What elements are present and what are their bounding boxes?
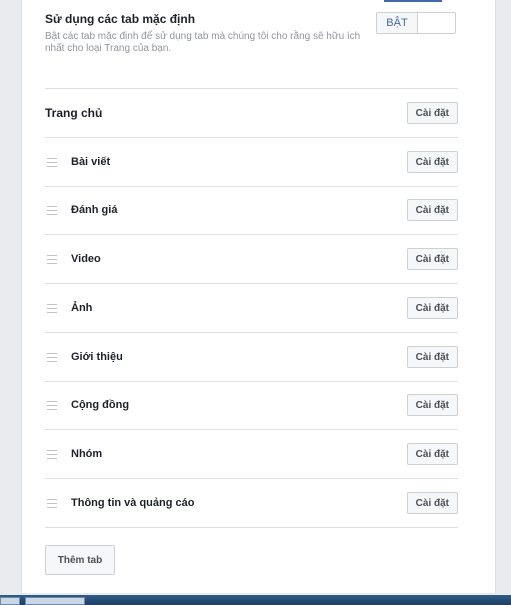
tab-label: Trang chủ	[45, 106, 103, 120]
tab-label: Bài viết	[71, 156, 111, 168]
tab-settings-button[interactable]: Cài đặt	[406, 248, 458, 270]
active-indicator	[384, 0, 442, 2]
default-tabs-toggle[interactable]: BẬT	[376, 12, 456, 34]
tab-settings-button[interactable]: Cài đặt	[406, 394, 458, 416]
tab-settings-button[interactable]: Cài đặt	[406, 102, 458, 124]
tab-row-about: Giới thiệu Cài đặt	[45, 333, 458, 381]
toggle-on-label: BẬT	[377, 13, 418, 33]
tab-label: Thông tin và quảng cáo	[71, 497, 195, 509]
tab-label: Video	[71, 253, 101, 265]
tab-settings-button[interactable]: Cài đặt	[406, 492, 458, 514]
taskbar-button[interactable]	[25, 597, 85, 605]
tab-settings-button[interactable]: Cài đặt	[406, 151, 458, 173]
tab-row-info-ads: Thông tin và quảng cáo Cài đặt	[45, 479, 458, 527]
tab-row-reviews: Đánh giá Cài đặt	[45, 186, 458, 234]
drag-handle-icon[interactable]	[47, 157, 57, 167]
tab-row-video: Video Cài đặt	[45, 235, 458, 283]
add-tab-button[interactable]: Thêm tab	[45, 545, 115, 575]
tab-row-home: Trang chủ Cài đặt	[45, 89, 458, 137]
drag-handle-icon[interactable]	[47, 400, 57, 410]
drag-handle-icon[interactable]	[47, 449, 57, 459]
tab-settings-button[interactable]: Cài đặt	[406, 443, 458, 465]
tab-row-photos: Ảnh Cài đặt	[45, 284, 458, 332]
drag-handle-icon[interactable]	[47, 205, 57, 215]
drag-handle-icon[interactable]	[47, 303, 57, 313]
tab-label: Cộng đồng	[71, 399, 130, 411]
tab-settings-button[interactable]: Cài đặt	[406, 199, 458, 221]
drag-handle-icon[interactable]	[47, 352, 57, 362]
tab-row-community: Cộng đồng Cài đặt	[45, 381, 458, 429]
default-tabs-description: Bật các tab mặc định để sử dụng tab mà c…	[45, 31, 361, 54]
tab-label: Đánh giá	[71, 204, 118, 216]
tabs-settings-panel: Sử dụng các tab mặc định Bật các tab mặc…	[21, 0, 496, 593]
divider	[45, 527, 458, 528]
tab-label: Giới thiệu	[71, 351, 123, 363]
tab-settings-button[interactable]: Cài đặt	[406, 297, 458, 319]
drag-handle-icon[interactable]	[47, 498, 57, 508]
default-tabs-header: Sử dụng các tab mặc định Bật các tab mặc…	[45, 12, 365, 55]
tab-settings-button[interactable]: Cài đặt	[406, 346, 458, 368]
default-tabs-title: Sử dụng các tab mặc định	[45, 12, 196, 26]
toggle-off-side	[418, 13, 455, 33]
tab-label: Ảnh	[71, 302, 93, 314]
tab-row-posts: Bài viết Cài đặt	[45, 138, 458, 186]
drag-handle-icon[interactable]	[47, 254, 57, 264]
tab-label: Nhóm	[71, 448, 103, 460]
tab-row-groups: Nhóm Cài đặt	[45, 430, 458, 478]
taskbar-button[interactable]	[0, 597, 20, 605]
